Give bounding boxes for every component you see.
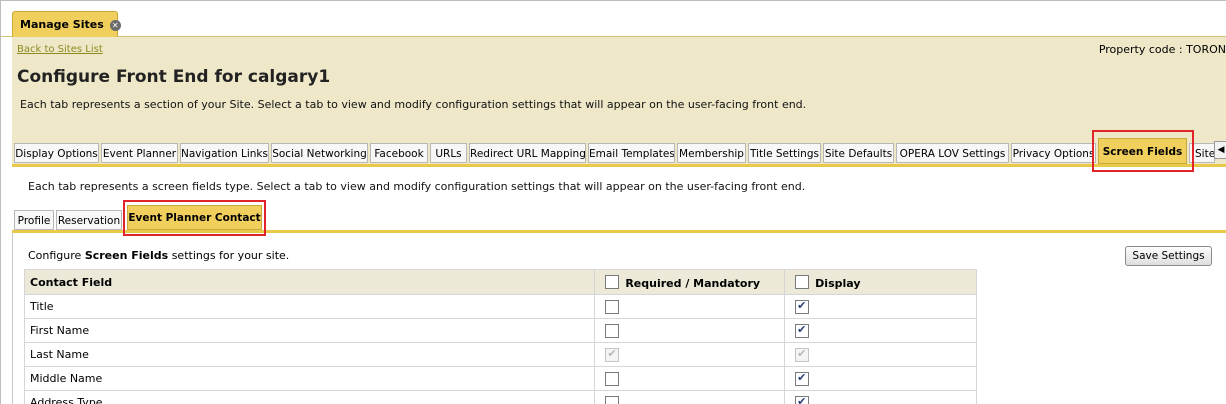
scroll-left-icon[interactable]: ◀ xyxy=(1214,141,1226,159)
required-cell xyxy=(594,294,786,319)
display-header: Display xyxy=(784,269,977,295)
field-name: Title xyxy=(23,294,596,319)
display-cell xyxy=(784,342,977,367)
back-to-sites-link[interactable]: Back to Sites List xyxy=(17,44,103,55)
screen-fields-highlight xyxy=(1092,130,1194,172)
display-checkbox[interactable] xyxy=(795,299,810,314)
subtab-profile[interactable]: Profile xyxy=(14,210,54,230)
table-row: First Name xyxy=(23,318,977,343)
config-bold: Screen Fields xyxy=(84,249,169,262)
tab-site-defaults[interactable]: Site Defaults xyxy=(823,143,894,163)
config-suffix: settings for your site. xyxy=(168,249,290,262)
required-checkbox xyxy=(605,347,620,362)
tab-email-templates[interactable]: Email Templates xyxy=(588,143,675,163)
manage-sites-label: Manage Sites xyxy=(20,18,104,31)
config-instructions: Configure Screen Fields settings for you… xyxy=(28,249,289,262)
tab-facebook[interactable]: Facebook xyxy=(370,143,428,163)
display-checkbox[interactable] xyxy=(795,323,810,338)
tab-urls[interactable]: URLs xyxy=(430,143,467,163)
display-checkbox xyxy=(795,347,810,362)
page-description: Each tab represents a section of your Si… xyxy=(20,98,807,111)
tab-membership[interactable]: Membership xyxy=(677,143,746,163)
screen-fields-table: Contact Field Required / Mandatory Displ… xyxy=(23,269,977,404)
event-planner-contact-highlight xyxy=(123,200,266,236)
subtab-reservation[interactable]: Reservation xyxy=(56,210,122,230)
display-cell xyxy=(784,366,977,391)
save-settings-button[interactable]: Save Settings xyxy=(1125,246,1212,266)
tab-event-planner[interactable]: Event Planner xyxy=(101,143,178,163)
display-cell xyxy=(784,390,977,404)
table-row: Title xyxy=(23,294,977,319)
display-checkbox[interactable] xyxy=(795,371,810,386)
field-name: Address Type xyxy=(23,390,596,404)
tab-underline xyxy=(12,164,1226,167)
required-checkbox[interactable] xyxy=(605,323,620,338)
tab-title-settings[interactable]: Title Settings xyxy=(748,143,821,163)
section-tab-bar: Display Options Event Planner Navigation… xyxy=(12,138,1226,164)
select-all-required-checkbox[interactable] xyxy=(605,274,620,289)
display-header-label: Display xyxy=(815,276,861,290)
tab-opera-lov-settings[interactable]: OPERA LOV Settings xyxy=(896,143,1009,163)
display-checkbox[interactable] xyxy=(795,395,810,404)
field-name: Last Name xyxy=(23,342,596,367)
contact-field-header: Contact Field xyxy=(23,269,596,295)
close-icon[interactable]: ✕ xyxy=(109,20,121,31)
required-checkbox[interactable] xyxy=(605,371,620,386)
display-cell xyxy=(784,318,977,343)
required-cell xyxy=(594,366,786,391)
table-row: Last Name xyxy=(23,342,977,367)
tab-social-networking[interactable]: Social Networking xyxy=(271,143,368,163)
tab-redirect-url-mapping[interactable]: Redirect URL Mapping xyxy=(469,143,586,163)
tab-navigation-links[interactable]: Navigation Links xyxy=(180,143,269,163)
table-row: Middle Name xyxy=(23,366,977,391)
required-header-label: Required / Mandatory xyxy=(625,276,761,290)
required-cell xyxy=(594,390,786,404)
table-header-row: Contact Field Required / Mandatory Displ… xyxy=(23,269,977,295)
manage-sites-tab[interactable]: Manage Sites ✕ xyxy=(12,11,121,37)
required-checkbox[interactable] xyxy=(605,299,620,314)
select-all-display-checkbox[interactable] xyxy=(795,274,810,289)
property-code: Property code : TORON xyxy=(1098,43,1226,56)
config-prefix: Configure xyxy=(28,249,85,262)
table-row: Address Type xyxy=(23,390,977,404)
top-tab-strip: Manage Sites ✕ xyxy=(1,1,1226,37)
required-checkbox[interactable] xyxy=(605,395,620,404)
display-cell xyxy=(784,294,977,319)
content-left-border xyxy=(12,233,13,404)
tab-privacy-options[interactable]: Privacy Options xyxy=(1011,143,1096,163)
field-name: Middle Name xyxy=(23,366,596,391)
tab-display-options[interactable]: Display Options xyxy=(14,143,99,163)
field-name: First Name xyxy=(23,318,596,343)
required-cell xyxy=(594,342,786,367)
required-cell xyxy=(594,318,786,343)
screen-fields-description: Each tab represents a screen fields type… xyxy=(28,180,806,193)
page-title: Configure Front End for calgary1 xyxy=(17,67,331,87)
required-header: Required / Mandatory xyxy=(594,269,786,295)
